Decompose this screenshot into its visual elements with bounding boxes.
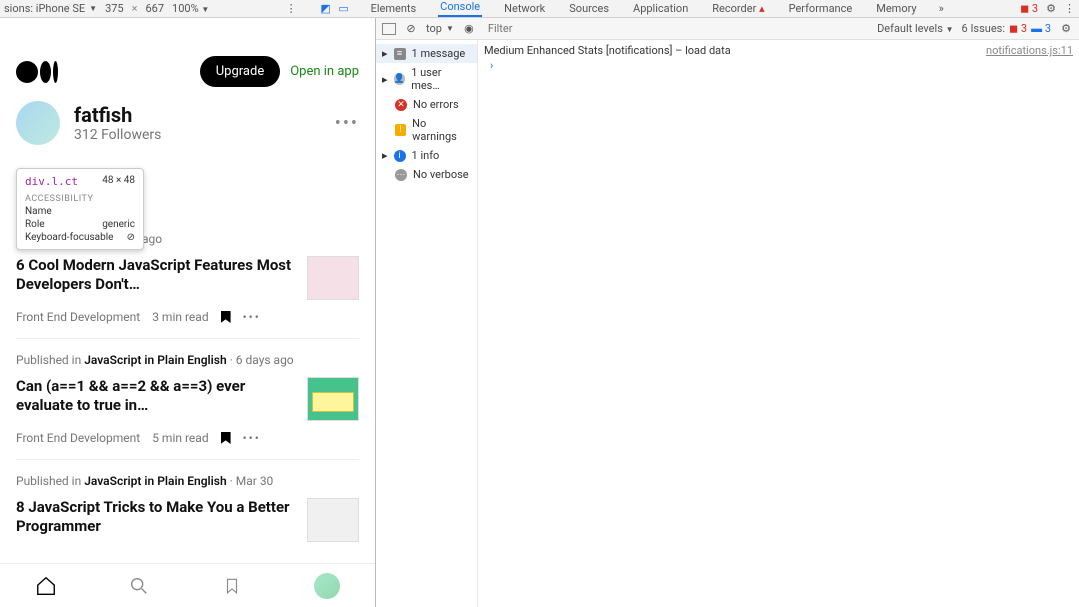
console-messages: Medium Enhanced Stats [notifications] – … [478, 40, 1079, 607]
tooltip-selector: div.l.ct [25, 175, 78, 188]
tooltip-kbd-icon: ⊘ [127, 232, 135, 243]
tooltip-size: 48 × 48 [102, 175, 135, 186]
article-date: 6 days ago [236, 353, 294, 367]
app-header: Upgrade Open in app [0, 42, 375, 101]
search-icon[interactable] [128, 575, 150, 597]
profile-avatar[interactable] [16, 101, 60, 145]
devtools-toolbar: sions: iPhone SE ▼ 375 × 667 100% ▼ ⋮ ◩ … [0, 0, 1079, 18]
issues-badge[interactable]: 6 Issues: ◼ 3 ▬ 3 [962, 22, 1051, 35]
article-read-time: 3 min read [152, 310, 208, 324]
console-message-row[interactable]: Medium Enhanced Stats [notifications] – … [484, 44, 1073, 57]
followers-count: 312 Followers [74, 127, 161, 143]
context-select[interactable]: top ▼ [426, 22, 454, 35]
filter-input[interactable] [484, 20, 869, 37]
device-toggle-icon[interactable]: ▭ [337, 2, 351, 16]
tab-performance[interactable]: Performance [787, 2, 855, 15]
tooltip-role-value: generic [102, 219, 135, 230]
article-thumbnail [307, 256, 359, 300]
home-icon[interactable] [35, 575, 57, 597]
devtools-menu-icon[interactable]: ⋮ [1064, 2, 1075, 15]
tab-sources[interactable]: Sources [567, 2, 611, 15]
console-toolbar: ⊘ top ▼ ◉ Default levels ▼ 6 Issues: ◼ 3… [376, 18, 1079, 40]
article-card[interactable]: Published in JavaScript in Plain English… [16, 459, 359, 556]
log-levels-select[interactable]: Default levels ▼ [877, 22, 953, 35]
article-pub: JavaScript in Plain English [84, 474, 226, 488]
tooltip-role-label: Role [25, 219, 45, 230]
article-title: 8 JavaScript Tricks to Make You a Better… [16, 498, 293, 536]
devtools-tabs: Elements Console Network Sources Applica… [369, 0, 944, 18]
console-settings-icon[interactable]: ⚙ [1059, 22, 1073, 36]
bottom-nav [0, 563, 375, 607]
article-pub: JavaScript in Plain English [84, 353, 226, 367]
sidebar-messages[interactable]: ▸≡1 message [376, 44, 477, 63]
medium-logo-icon[interactable] [16, 60, 58, 84]
tab-recorder[interactable]: Recorder ▴ [710, 2, 766, 15]
error-badge[interactable]: ◼ 3 [1020, 2, 1038, 15]
zoom-select[interactable]: 100% ▼ [172, 2, 209, 15]
article-thumbnail [307, 498, 359, 542]
console-sidebar-toggle-icon[interactable] [382, 22, 396, 36]
bookmark-icon[interactable] [221, 311, 231, 323]
open-in-app-link[interactable]: Open in app [290, 64, 359, 79]
console-prompt[interactable]: › [484, 57, 1073, 74]
tooltip-a11y-header: ACCESSIBILITY [25, 194, 135, 204]
tooltip-name-label: Name [25, 206, 52, 217]
dimension-separator: × [132, 2, 138, 15]
article-pub-prefix: Published in [16, 474, 84, 488]
bookmarks-icon[interactable] [221, 575, 243, 597]
article-pub-prefix: Published in [16, 353, 84, 367]
inspect-icon[interactable]: ◩ [319, 2, 333, 16]
settings-gear-icon[interactable]: ⚙ [1046, 2, 1056, 15]
console-sidebar: ▸≡1 message ▸👤1 user mes… ✕No errors !No… [376, 40, 478, 607]
device-select[interactable]: sions: iPhone SE ▼ [4, 2, 97, 15]
tab-application[interactable]: Application [631, 2, 690, 15]
clear-console-icon[interactable]: ⊘ [404, 22, 418, 36]
article-tag[interactable]: Front End Development [16, 310, 140, 324]
article-title: Can (a==1 && a==2 && a==3) ever evaluate… [16, 377, 293, 415]
article-more-icon[interactable]: ••• [243, 431, 261, 445]
article-card[interactable]: Published in JavaScript in Plain English… [16, 338, 359, 459]
console-message-source[interactable]: notifications.js:11 [986, 44, 1073, 57]
eye-icon[interactable]: ◉ [462, 22, 476, 36]
sidebar-user-messages[interactable]: ▸👤1 user mes… [376, 63, 477, 95]
article-more-icon[interactable]: ••• [243, 310, 261, 324]
tooltip-kbd-label: Keyboard-focusable [25, 232, 113, 243]
viewport-height[interactable]: 667 [145, 2, 164, 15]
profile-more-icon[interactable]: ••• [335, 113, 359, 134]
article-date: Mar 30 [236, 474, 274, 488]
sidebar-warnings[interactable]: !No warnings [376, 114, 477, 146]
device-viewport: Upgrade Open in app fatfish 312 Follower… [0, 18, 376, 607]
console-message-text: Medium Enhanced Stats [notifications] – … [484, 44, 731, 57]
article-thumbnail [307, 377, 359, 421]
inspect-tooltip: div.l.ct 48 × 48 ACCESSIBILITY Name Role… [16, 168, 144, 250]
menu-dots-icon[interactable]: ⋮ [286, 2, 297, 15]
more-tabs-icon[interactable]: » [939, 2, 944, 15]
tab-memory[interactable]: Memory [874, 2, 918, 15]
medium-app: Upgrade Open in app fatfish 312 Follower… [0, 42, 375, 607]
tab-elements[interactable]: Elements [369, 2, 419, 15]
sidebar-info[interactable]: ▸i1 info [376, 146, 477, 165]
article-tag[interactable]: Front End Development [16, 431, 140, 445]
profile-name: fatfish [74, 103, 161, 127]
sidebar-verbose[interactable]: ⋯No verbose [376, 165, 477, 184]
article-list: n Plain English · 2 days ago 6 Cool Mode… [0, 228, 375, 563]
viewport-width[interactable]: 375 [105, 2, 124, 15]
tab-network[interactable]: Network [502, 2, 547, 15]
upgrade-button[interactable]: Upgrade [200, 56, 280, 87]
nav-avatar[interactable] [314, 573, 340, 599]
article-title: 6 Cool Modern JavaScript Features Most D… [16, 256, 293, 294]
tab-console[interactable]: Console [438, 0, 482, 17]
sidebar-errors[interactable]: ✕No errors [376, 95, 477, 114]
devtools-console: ⊘ top ▼ ◉ Default levels ▼ 6 Issues: ◼ 3… [376, 18, 1079, 607]
bookmark-icon[interactable] [221, 432, 231, 444]
article-read-time: 5 min read [152, 431, 208, 445]
profile-header: fatfish 312 Followers ••• [0, 101, 375, 155]
